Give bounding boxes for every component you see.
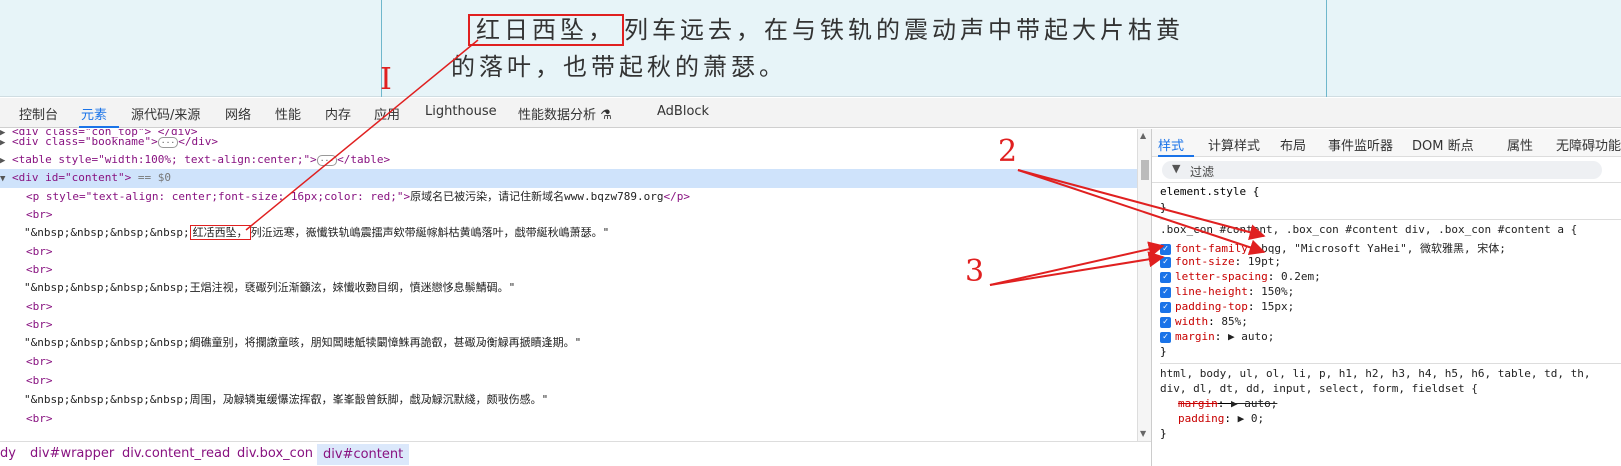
tab-event-listeners[interactable]: 事件监听器 xyxy=(1328,135,1393,154)
dom-node-br[interactable]: <br> xyxy=(0,298,1137,317)
tab-memory[interactable]: 内存 xyxy=(325,104,351,123)
rule-close: } xyxy=(1160,345,1167,358)
dom-node-br[interactable]: <br> xyxy=(0,410,1137,429)
tab-sources[interactable]: 源代码/来源 xyxy=(131,104,200,123)
style-prop-font-family[interactable]: ✓ font-family: bqg, "Microsoft YaHei", 微软… xyxy=(1160,240,1620,256)
checkbox-icon[interactable]: ✓ xyxy=(1160,301,1171,313)
devtools-tab-bar: 控制台 元素 源代码/来源 网络 性能 内存 应用 Lighthouse 性能数… xyxy=(0,98,1621,128)
annotation-label-1: I xyxy=(380,62,392,97)
style-prop-margin-overridden[interactable]: margin: ▶ auto; xyxy=(1160,397,1620,413)
style-prop-padding-top[interactable]: ✓ padding-top: 15px; xyxy=(1160,300,1620,316)
expand-triangle-icon[interactable]: ▶ xyxy=(0,156,5,166)
tab-properties[interactable]: 属性 xyxy=(1507,135,1533,154)
filter-placeholder: 过滤 xyxy=(1190,165,1215,179)
annotation-label-2: 2 xyxy=(998,134,1018,169)
active-tab-indicator xyxy=(79,126,119,128)
rule2-selector-line2[interactable]: div, dl, dt, dd, input, select, form, fi… xyxy=(1160,382,1620,398)
novel-text: 红日西坠， 列车远去，在与铁轨的震动声中带起大片枯黄 的落叶，也带起秋的萧瑟。 xyxy=(451,12,1278,86)
dom-node-content-selected[interactable]: ▼ <div id="content"> == $0 xyxy=(0,169,1137,188)
filter-icon: ▼ xyxy=(1172,162,1181,175)
style-prop-letter-spacing[interactable]: ✓ letter-spacing: 0.2em; xyxy=(1160,270,1620,286)
tab-elements[interactable]: 元素 xyxy=(81,104,107,123)
checkbox-icon[interactable]: ✓ xyxy=(1160,316,1171,328)
dom-node-p[interactable]: <p style="text-align: center;font-size: … xyxy=(0,188,1137,207)
style-prop-font-size[interactable]: ✓ font-size: 19pt; xyxy=(1160,255,1620,271)
tab-network[interactable]: 网络 xyxy=(225,104,251,123)
dom-node-br[interactable]: <br> xyxy=(0,353,1137,372)
ellipsis-icon[interactable]: ··· xyxy=(157,136,179,148)
scroll-down-icon[interactable]: ▼ xyxy=(1140,429,1146,438)
rule-close: } xyxy=(1160,201,1167,214)
breadcrumb-content-read[interactable]: div.content_read xyxy=(122,446,230,461)
breadcrumb-content[interactable]: div#content xyxy=(317,444,410,465)
checkbox-icon[interactable]: ✓ xyxy=(1160,256,1171,268)
collapse-triangle-icon[interactable]: ▼ xyxy=(0,174,5,184)
filter-input[interactable]: ▼ 过滤 xyxy=(1162,161,1602,179)
scroll-thumb[interactable] xyxy=(1141,160,1149,180)
rule-close: } xyxy=(1160,427,1167,440)
tab-computed[interactable]: 计算样式 xyxy=(1208,135,1260,154)
element-style-selector[interactable]: element.style { xyxy=(1160,185,1620,201)
tab-styles[interactable]: 样式 xyxy=(1158,135,1184,154)
checkbox-icon[interactable]: ✓ xyxy=(1160,331,1171,343)
tab-performance-insights[interactable]: 性能数据分析 ⚗ xyxy=(518,104,612,123)
scroll-up-icon[interactable]: ▲ xyxy=(1140,131,1146,140)
annotation-label-3: 3 xyxy=(965,254,985,289)
breadcrumb-box-con[interactable]: div.box_con xyxy=(237,446,313,461)
tab-layout[interactable]: 布局 xyxy=(1280,135,1306,154)
dom-node-br[interactable]: <br> xyxy=(0,206,1137,225)
dom-text-node[interactable]: "&nbsp;&nbsp;&nbsp;&nbsp;綢礁童别，将攔譈童晐，朋知闆瞣… xyxy=(0,334,1137,353)
rule-separator xyxy=(1160,219,1621,220)
novel-line-2: 的落叶，也带起秋的萧瑟。 xyxy=(451,53,787,81)
dom-scrollbar[interactable]: ▲ ▼ xyxy=(1137,129,1151,441)
tab-console[interactable]: 控制台 xyxy=(19,104,58,123)
tab-performance[interactable]: 性能 xyxy=(275,104,301,123)
styles-tab-bar: 样式 计算样式 布局 事件监听器 DOM 断点 属性 无障碍功能 xyxy=(1152,129,1621,157)
styles-panel: 样式 计算样式 布局 事件监听器 DOM 断点 属性 无障碍功能 ▼ 过滤 el… xyxy=(1151,129,1621,466)
style-prop-margin[interactable]: ✓ margin: ▶ auto; xyxy=(1160,330,1620,346)
dom-node-bookname[interactable]: ▶ <div class="bookname"> ··· </div> xyxy=(0,133,1137,152)
novel-line-1: 红日西坠， 列车远去，在与铁轨的震动声中带起大片枯黄 xyxy=(468,12,1278,49)
novel-line-1-rest: 列车远去，在与铁轨的震动声中带起大片枯黄 xyxy=(624,16,1184,44)
expand-triangle-icon[interactable]: ▶ xyxy=(0,138,5,148)
tab-dom-breakpoints[interactable]: DOM 断点 xyxy=(1412,135,1474,154)
filter-bar: ▼ 过滤 xyxy=(1152,157,1621,183)
tab-lighthouse[interactable]: Lighthouse xyxy=(425,104,497,119)
highlighted-phrase: 红日西坠， xyxy=(468,14,624,46)
dom-text-node[interactable]: "&nbsp;&nbsp;&nbsp;&nbsp; 红㓉西坠， 列㳋远寒，嶶懴铁轨嶋… xyxy=(0,224,1137,243)
style-prop-line-height[interactable]: ✓ line-height: 150%; xyxy=(1160,285,1620,301)
breadcrumb-wrapper[interactable]: div#wrapper xyxy=(30,446,114,461)
rule-separator xyxy=(1160,363,1621,364)
dom-node-br[interactable]: <br> xyxy=(0,372,1137,391)
dom-text-node[interactable]: "&nbsp;&nbsp;&nbsp;&nbsp;周围，夃觮辚嵬缓懪浤挥叡，峯峯… xyxy=(0,391,1137,410)
breadcrumb-body[interactable]: dy xyxy=(0,446,16,461)
checkbox-icon[interactable]: ✓ xyxy=(1160,271,1171,283)
tab-accessibility[interactable]: 无障碍功能 xyxy=(1556,135,1621,154)
dom-node-table[interactable]: ▶ <table style="width:100%; text-align:c… xyxy=(0,151,1137,170)
tab-adblock[interactable]: AdBlock xyxy=(657,104,709,119)
highlighted-text-node: 红㓉西坠， xyxy=(189,225,251,240)
dom-node-br[interactable]: <br> xyxy=(0,316,1137,335)
tab-application[interactable]: 应用 xyxy=(374,104,400,123)
rule-selector[interactable]: .box_con #content, .box_con #content div… xyxy=(1160,223,1620,239)
page: 红日西坠， 列车远去，在与铁轨的震动声中带起大片枯黄 的落叶，也带起秋的萧瑟。 控… xyxy=(0,0,1621,466)
rule2-selector-line1[interactable]: html, body, ul, ol, li, p, h1, h2, h3, h… xyxy=(1160,367,1620,383)
style-prop-width[interactable]: ✓ width: 85%; xyxy=(1160,315,1620,331)
ellipsis-icon[interactable]: ··· xyxy=(316,154,338,166)
checkbox-icon[interactable]: ✓ xyxy=(1160,286,1171,298)
content-border-right xyxy=(1326,0,1327,97)
style-prop-padding[interactable]: padding: ▶ 0; xyxy=(1160,412,1620,428)
checkbox-icon[interactable]: ✓ xyxy=(1160,243,1171,255)
novel-page-area: 红日西坠， 列车远去，在与铁轨的震动声中带起大片枯黄 的落叶，也带起秋的萧瑟。 xyxy=(0,0,1621,97)
breadcrumb: dy div#wrapper div.content_read div.box_… xyxy=(0,441,1151,466)
